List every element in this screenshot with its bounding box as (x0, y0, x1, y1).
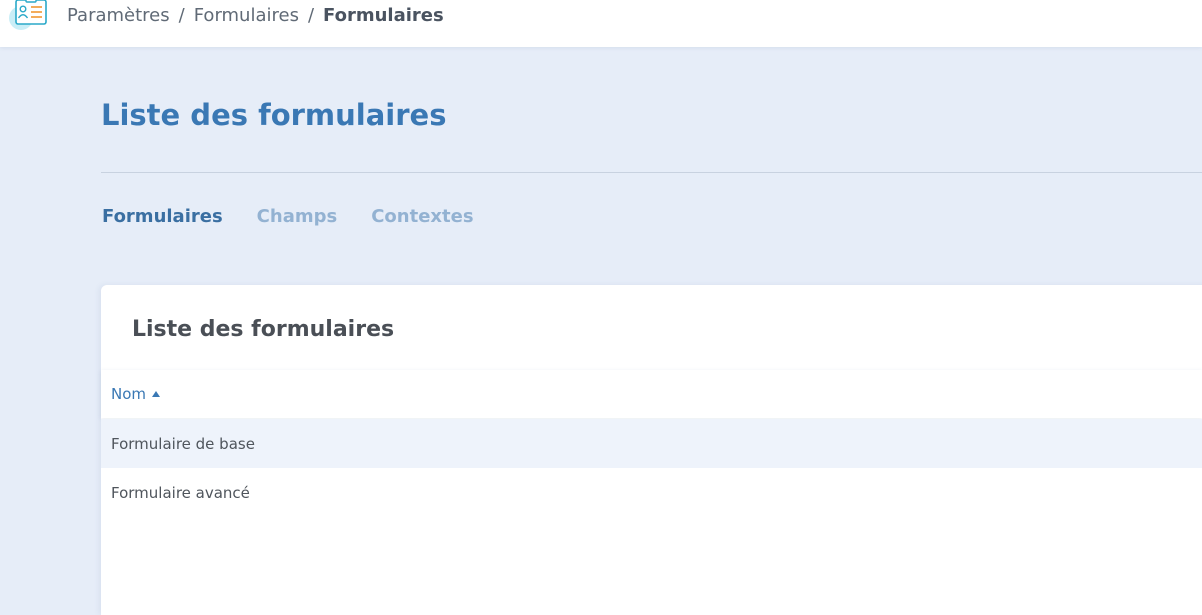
tab-formulaires[interactable]: Formulaires (102, 206, 223, 227)
row-name: Formulaire avancé (111, 483, 250, 502)
forms-list-card: Liste des formulaires Nom Formulaire de … (101, 285, 1202, 615)
column-header-label: Nom (111, 385, 147, 403)
breadcrumb-separator: / (307, 4, 315, 26)
breadcrumb-current: Formulaires (323, 4, 444, 26)
breadcrumb-item-parametres[interactable]: Paramètres (67, 5, 170, 26)
breadcrumb-item-formulaires[interactable]: Formulaires (194, 5, 299, 26)
card-title: Liste des formulaires (132, 317, 395, 342)
tab-champs[interactable]: Champs (257, 206, 338, 227)
table-body: Formulaire de base Formulaire avancé (101, 419, 1202, 517)
top-bar: Paramètres / Formulaires / Formulaires (0, 0, 1202, 47)
table-header: Nom (101, 370, 1202, 418)
caret-up-icon (152, 391, 161, 397)
forms-app-icon[interactable] (7, 0, 49, 34)
row-name: Formulaire de base (111, 434, 255, 453)
breadcrumb-separator: / (178, 4, 185, 26)
table-row[interactable]: Formulaire avancé (101, 468, 1202, 517)
title-divider (101, 172, 1202, 173)
page-title: Liste des formulaires (101, 98, 447, 132)
table-row[interactable]: Formulaire de base (101, 419, 1202, 468)
breadcrumb: Paramètres / Formulaires / Formulaires (67, 3, 444, 27)
tab-contextes[interactable]: Contextes (371, 206, 473, 227)
tab-bar: Formulaires Champs Contextes (102, 206, 474, 227)
column-header-nom[interactable]: Nom (111, 385, 161, 403)
